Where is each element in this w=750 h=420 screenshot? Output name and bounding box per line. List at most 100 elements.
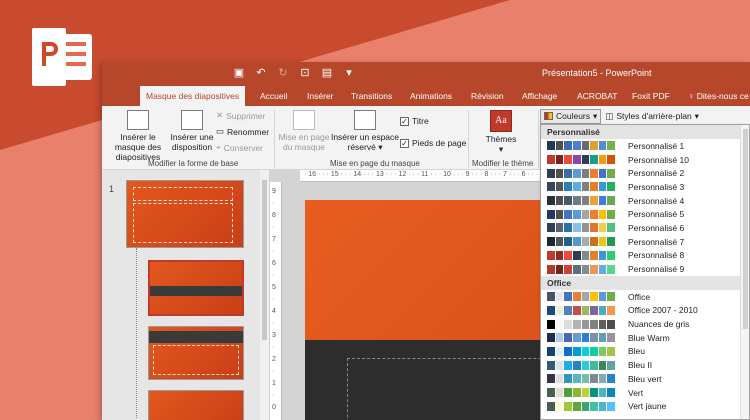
insert-layout-button[interactable]: Insérer une disposition [170, 110, 214, 152]
office-color-item[interactable]: Office 2007 - 2010 [541, 304, 749, 318]
custom-color-item[interactable]: Personnalisé 4 [541, 194, 749, 208]
preserve-button[interactable]: ⌖ Conserver [216, 142, 263, 153]
slide-master-icon [127, 110, 149, 130]
rename-button[interactable]: ▭ Renommer [216, 126, 269, 137]
color-swatch [581, 292, 591, 302]
master-layout-button[interactable]: Mise en page du masque [278, 110, 330, 152]
color-swatch [555, 333, 565, 343]
color-swatch [598, 182, 608, 192]
colors-button[interactable]: Couleurs ▾ [540, 108, 602, 124]
vertical-ruler: 9 · 8 · 7 · 6 · 5 · 4 · 3 · 2 · 1 · 0 [270, 182, 282, 420]
layout-thumbnail[interactable] [148, 390, 244, 420]
insert-slide-master-button[interactable]: Insérer le masque des diapositives [104, 110, 172, 162]
office-color-item[interactable]: Vert [541, 386, 749, 400]
color-swatch [555, 182, 565, 192]
color-swatch [590, 182, 599, 192]
custom-color-item[interactable]: Personnalisé 8 [541, 249, 749, 263]
color-swatch [547, 196, 556, 206]
ribbon-separator [538, 110, 539, 168]
office-color-item[interactable]: Bleu vert [541, 372, 749, 386]
save-icon[interactable]: ▣ [232, 66, 246, 80]
color-swatch [607, 388, 616, 398]
tab-animations[interactable]: Animations [404, 86, 458, 106]
master-slide-thumbnail[interactable] [126, 180, 244, 248]
tab-insert[interactable]: Insérer [301, 86, 339, 106]
tab-foxit-pdf[interactable]: Foxit PDF [626, 86, 676, 106]
customize-toolbar-icon[interactable]: ▾ [342, 66, 356, 80]
color-swatch [555, 401, 565, 411]
footers-checkbox[interactable]: ✓ Pieds de page [400, 138, 466, 148]
office-color-item[interactable]: Office [541, 290, 749, 304]
scrollbar-thumb[interactable] [743, 129, 748, 329]
color-swatch [607, 333, 616, 343]
delete-button[interactable]: ✕ Supprimer [216, 110, 265, 121]
tab-slide-master[interactable]: Masque des diapositives [140, 86, 246, 106]
color-swatch [572, 305, 582, 315]
redo-icon[interactable]: ↻ [276, 66, 290, 80]
office-color-item[interactable]: Bleu II [541, 358, 749, 372]
layout-icon [181, 110, 203, 130]
lightbulb-icon: ♀ [688, 91, 697, 101]
color-swatch [547, 223, 556, 233]
color-swatch [607, 250, 616, 260]
color-swatch [581, 196, 591, 206]
color-swatches [547, 182, 616, 192]
color-swatch [590, 196, 599, 206]
office-color-item[interactable]: Nuances de gris [541, 317, 749, 331]
color-swatches [547, 360, 616, 370]
color-swatches [547, 333, 616, 343]
themes-icon: Aa [490, 110, 512, 132]
color-swatch [581, 333, 591, 343]
color-swatch [598, 237, 608, 247]
layout-thumbnail[interactable] [148, 326, 244, 380]
tab-view[interactable]: Affichage [516, 86, 563, 106]
color-swatch [590, 401, 599, 411]
custom-color-item[interactable]: Personnalisé 3 [541, 180, 749, 194]
color-swatch [572, 155, 582, 165]
scrollbar-thumb[interactable] [262, 180, 267, 340]
color-item-label: Personnalisé 1 [628, 140, 685, 151]
tell-me-search[interactable]: ♀ Dites-nous ce [682, 86, 750, 106]
master-layout-icon [293, 110, 315, 130]
color-swatch [572, 374, 582, 384]
title-checkbox[interactable]: ✓ Titre [400, 116, 429, 126]
office-color-item[interactable]: Vert jaune [541, 399, 749, 413]
color-swatch [590, 305, 599, 315]
background-styles-button[interactable]: ◫ Styles d'arrière-plan ▾ [605, 111, 699, 122]
color-swatch [607, 360, 616, 370]
color-swatches [547, 388, 616, 398]
custom-color-item[interactable]: Personnalisé 5 [541, 207, 749, 221]
start-from-beginning-icon[interactable]: ⊡ [298, 66, 312, 80]
color-swatch [564, 155, 573, 165]
tab-acrobat[interactable]: ACROBAT [571, 86, 623, 106]
custom-color-item[interactable]: Personnalisé 1 [541, 139, 749, 153]
color-swatch [581, 401, 591, 411]
themes-button[interactable]: Aa Thèmes ▾ [476, 110, 526, 154]
color-item-label: Nuances de gris [628, 319, 690, 330]
custom-color-item[interactable]: Personnalisé 9 [541, 262, 749, 276]
custom-color-item[interactable]: Personnalisé 10 [541, 153, 749, 167]
text-box-icon[interactable]: ▤ [320, 66, 334, 80]
tab-transitions[interactable]: Transitions [345, 86, 398, 106]
custom-color-item[interactable]: Personnalisé 7 [541, 235, 749, 249]
insert-placeholder-button[interactable]: Insérer un espace réservé ▾ [330, 110, 400, 152]
tab-home[interactable]: Accueil [254, 86, 293, 106]
title-placeholder [133, 187, 233, 201]
office-color-item[interactable]: Blue Warm [541, 331, 749, 345]
layout-thumbnail-selected[interactable] [148, 260, 244, 316]
color-swatch [572, 388, 582, 398]
color-swatch [564, 401, 573, 411]
tab-review[interactable]: Révision [465, 86, 510, 106]
color-swatch [555, 141, 565, 151]
thumbnail-scrollbar[interactable] [260, 170, 269, 420]
color-swatch [590, 292, 599, 302]
custom-color-item[interactable]: Personnalisé 6 [541, 221, 749, 235]
dropdown-scrollbar[interactable] [740, 125, 749, 419]
undo-icon[interactable]: ↶ [254, 66, 268, 80]
color-swatch [581, 237, 591, 247]
color-swatch [572, 346, 582, 356]
office-color-item[interactable]: Bleu [541, 345, 749, 359]
color-swatch [572, 168, 582, 178]
custom-color-item[interactable]: Personnalisé 2 [541, 166, 749, 180]
color-swatches [547, 237, 616, 247]
